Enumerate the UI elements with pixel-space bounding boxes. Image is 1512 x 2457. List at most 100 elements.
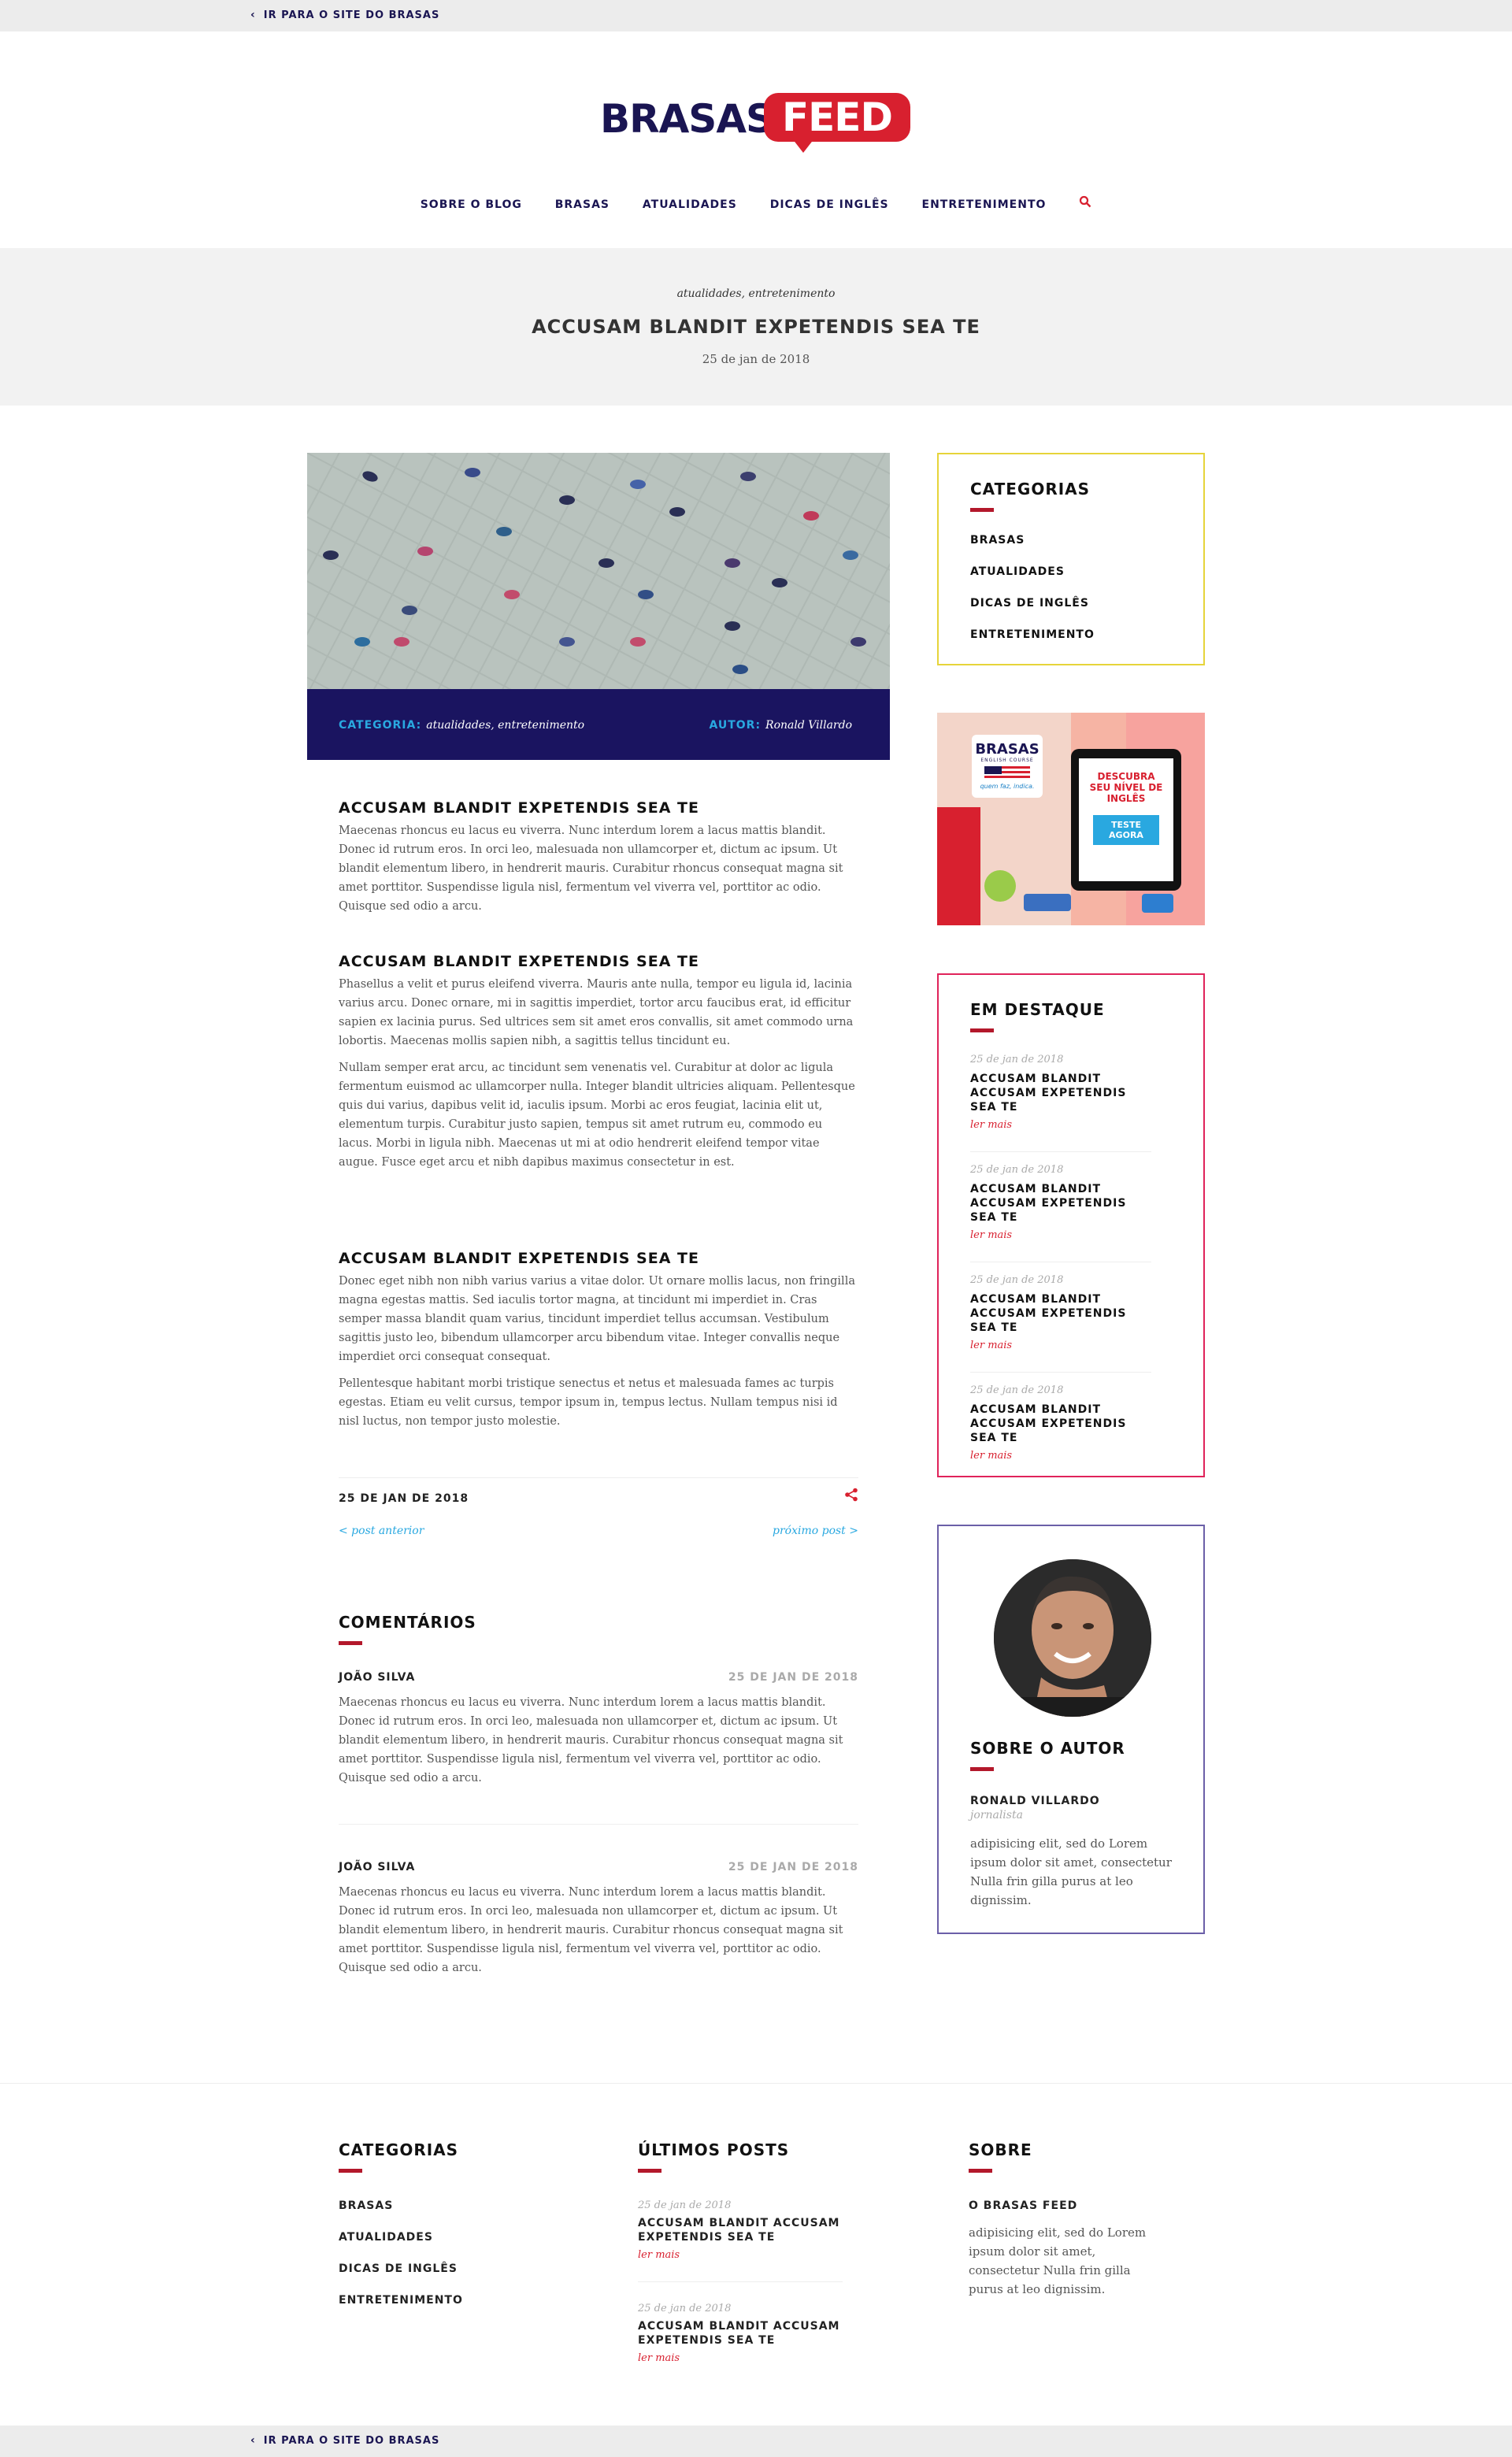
author-value[interactable]: Ronald Villardo <box>765 719 852 732</box>
ad-apple <box>984 870 1016 902</box>
sidebar-category-entretenimento[interactable]: ENTRETENIMENTO <box>970 628 1095 641</box>
title-underline <box>339 1641 362 1645</box>
featured-post-title[interactable]: ACCUSAM BLANDIT ACCUSAM EXPETENDIS SEA T… <box>970 1403 1151 1445</box>
read-more-link[interactable]: ler mais <box>970 1450 1151 1462</box>
title-underline <box>969 2169 992 2173</box>
comment-divider <box>339 1824 858 1825</box>
comment-date: 25 DE JAN DE 2018 <box>728 1671 858 1684</box>
post-header-categories[interactable]: atualidades, entretenimento <box>0 287 1512 300</box>
read-more-link[interactable]: ler mais <box>638 2249 843 2261</box>
footer-category-entretenimento[interactable]: ENTRETENIMENTO <box>339 2294 463 2307</box>
ad-red-notebook <box>937 807 980 925</box>
comment-item: JOÃO SILVA 25 DE JAN DE 2018 Maecenas rh… <box>339 1671 858 1788</box>
sidebar-featured: EM DESTAQUE 25 de jan de 2018 ACCUSAM BL… <box>937 973 1205 1477</box>
author-key: AUTOR: <box>709 719 762 732</box>
post-meta-bar: CATEGORIA: atualidades, entretenimento AU… <box>307 689 890 760</box>
footer-post-title[interactable]: ACCUSAM BLANDIT ACCUSAM EXPETENDIS SEA T… <box>638 2216 843 2244</box>
sidebar-category-atualidades[interactable]: ATUALIDADES <box>970 565 1095 578</box>
featured-post-title[interactable]: ACCUSAM BLANDIT ACCUSAM EXPETENDIS SEA T… <box>970 1182 1151 1225</box>
ad-cta-button[interactable]: TESTE AGORA <box>1093 815 1159 845</box>
footer-post-date: 25 de jan de 2018 <box>638 2199 732 2211</box>
featured-title: EM DESTAQUE <box>970 1000 1105 1019</box>
level-test-ad-banner[interactable]: BRASAS ENGLISH COURSE quem faz, indica. … <box>937 713 1205 925</box>
featured-post-date: 25 de jan de 2018 <box>970 1054 1064 1065</box>
logo-bubble-tail <box>792 139 814 153</box>
footer-categories: CATEGORIAS BRASAS ATUALIDADES DICAS DE I… <box>339 2140 463 2307</box>
share-icon[interactable] <box>844 1488 858 1506</box>
nav-item-sobre[interactable]: SOBRE O BLOG <box>421 198 522 211</box>
category-value[interactable]: atualidades, entretenimento <box>426 719 584 732</box>
logo-feed: FEED <box>764 93 910 142</box>
featured-post-date: 25 de jan de 2018 <box>970 1274 1064 1286</box>
divider <box>638 2281 843 2282</box>
article-section-1: ACCUSAM BLANDIT EXPETENDIS SEA TE Maecen… <box>339 799 858 924</box>
article-section-title: ACCUSAM BLANDIT EXPETENDIS SEA TE <box>339 799 699 817</box>
brasas-feed-logo[interactable]: BRASAS FEED <box>600 93 912 156</box>
post-navigation: < post anterior próximo post > <box>339 1525 858 1537</box>
read-more-link[interactable]: ler mais <box>970 1229 1151 1241</box>
sidebar-category-dicas[interactable]: DICAS DE INGLÊS <box>970 597 1095 610</box>
search-icon[interactable] <box>1079 195 1091 211</box>
back-to-site-link[interactable]: ‹ IR PARA O SITE DO BRASAS <box>250 2434 439 2447</box>
nav-item-brasas[interactable]: BRASAS <box>555 198 610 211</box>
featured-post-title[interactable]: ACCUSAM BLANDIT ACCUSAM EXPETENDIS SEA T… <box>970 1292 1151 1335</box>
article-paragraph: Pellentesque habitant morbi tristique se… <box>339 1377 838 1428</box>
comments-heading: COMENTÁRIOS <box>339 1613 476 1645</box>
page-title: ACCUSAM BLANDIT EXPETENDIS SEA TE <box>532 316 980 338</box>
prev-post-link[interactable]: < post anterior <box>339 1525 424 1537</box>
article-paragraph: Maecenas rhoncus eu lacus eu viverra. Nu… <box>339 825 843 913</box>
read-more-link[interactable]: ler mais <box>970 1119 1151 1131</box>
footer-category-atualidades[interactable]: ATUALIDADES <box>339 2231 463 2244</box>
back-to-site-link[interactable]: ‹ IR PARA O SITE DO BRASAS <box>250 9 439 21</box>
title-underline <box>970 508 994 512</box>
title-underline <box>339 2169 362 2173</box>
ad-headline: DESCUBRA SEU NÍVEL DE INGLÊS <box>1089 771 1163 804</box>
post-header: atualidades, entretenimento ACCUSAM BLAN… <box>0 248 1512 406</box>
nav-item-dicas[interactable]: DICAS DE INGLÊS <box>770 198 889 211</box>
read-more-link[interactable]: ler mais <box>970 1340 1151 1351</box>
footer-about-title: SOBRE <box>969 2140 1032 2159</box>
ad-blue-item <box>1024 894 1071 911</box>
next-post-link[interactable]: próximo post > <box>773 1525 858 1537</box>
article-paragraph: Phasellus a velit et purus eleifend vive… <box>339 978 854 1047</box>
featured-post-date: 25 de jan de 2018 <box>970 1384 1064 1396</box>
footer-about: SOBRE O BRASAS FEED adipisicing elit, se… <box>969 2140 1166 2299</box>
sidebar-categories-title: CATEGORIAS <box>970 480 1091 498</box>
sidebar-author: SOBRE O AUTOR RONALD VILLARDO jornalista… <box>937 1525 1205 1934</box>
post-footer-date: 25 DE JAN DE 2018 <box>339 1492 469 1505</box>
ad-tablet-screen: DESCUBRA SEU NÍVEL DE INGLÊS TESTE AGORA <box>1079 758 1173 881</box>
post-featured-image <box>307 453 890 689</box>
footer-post[interactable]: 25 de jan de 2018 ACCUSAM BLANDIT ACCUSA… <box>638 2199 843 2282</box>
footer-category-brasas[interactable]: BRASAS <box>339 2199 463 2212</box>
nav-item-atualidades[interactable]: ATUALIDADES <box>643 198 737 211</box>
sidebar-categories: CATEGORIAS BRASAS ATUALIDADES DICAS DE I… <box>937 453 1205 665</box>
comment-date: 25 DE JAN DE 2018 <box>728 1861 858 1873</box>
title-underline <box>638 2169 662 2173</box>
footer-post-title[interactable]: ACCUSAM BLANDIT ACCUSAM EXPETENDIS SEA T… <box>638 2319 843 2348</box>
ad-tablet: DESCUBRA SEU NÍVEL DE INGLÊS TESTE AGORA <box>1071 749 1181 891</box>
article-paragraph: Donec eget nibh non nibh varius varius a… <box>339 1275 855 1363</box>
featured-post[interactable]: 25 de jan de 2018 ACCUSAM BLANDIT ACCUSA… <box>970 1274 1151 1373</box>
chevron-left-icon: ‹ <box>250 9 256 21</box>
featured-post-title[interactable]: ACCUSAM BLANDIT ACCUSAM EXPETENDIS SEA T… <box>970 1072 1151 1114</box>
footer-category-dicas[interactable]: DICAS DE INGLÊS <box>339 2262 463 2275</box>
featured-post[interactable]: 25 de jan de 2018 ACCUSAM BLANDIT ACCUSA… <box>970 1384 1151 1462</box>
title-underline <box>970 1767 994 1771</box>
title-underline <box>970 1028 994 1032</box>
main-nav: SOBRE O BLOG BRASAS ATUALIDADES DICAS DE… <box>0 195 1512 211</box>
featured-post[interactable]: 25 de jan de 2018 ACCUSAM BLANDIT ACCUSA… <box>970 1054 1151 1152</box>
ad-sub: ENGLISH COURSE <box>980 758 1034 763</box>
comment-text: Maecenas rhoncus eu lacus eu viverra. Nu… <box>339 1696 843 1784</box>
featured-post[interactable]: 25 de jan de 2018 ACCUSAM BLANDIT ACCUSA… <box>970 1164 1151 1262</box>
divider <box>970 1151 1151 1152</box>
footer-post[interactable]: 25 de jan de 2018 ACCUSAM BLANDIT ACCUSA… <box>638 2303 843 2364</box>
category-key: CATEGORIA: <box>339 719 422 732</box>
sidebar-category-brasas[interactable]: BRASAS <box>970 534 1095 547</box>
chevron-left-icon: ‹ <box>250 2434 256 2447</box>
read-more-link[interactable]: ler mais <box>638 2352 843 2364</box>
ad-tagline: quem faz, indica. <box>980 783 1035 790</box>
article-paragraph: Nullam semper erat arcu, ac tincidunt se… <box>339 1062 855 1169</box>
nav-item-entretenimento[interactable]: ENTRETENIMENTO <box>922 198 1047 211</box>
author-avatar <box>994 1559 1151 1717</box>
us-flag-icon <box>984 766 1030 780</box>
